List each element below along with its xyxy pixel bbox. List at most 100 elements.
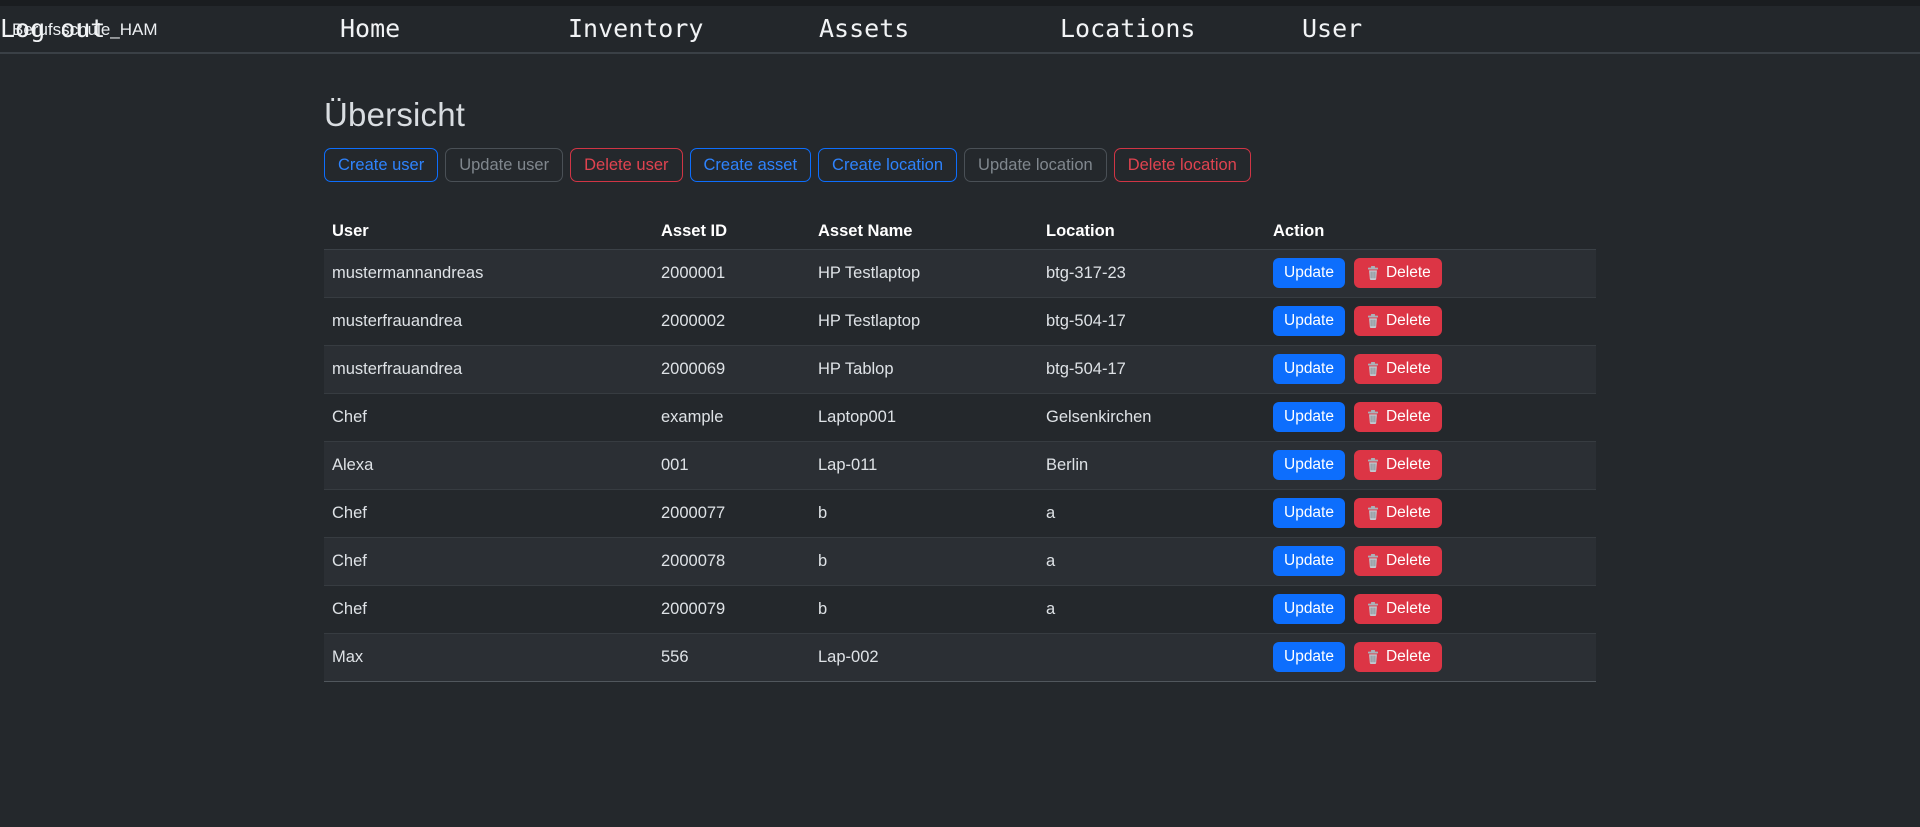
update-location-button[interactable]: Update location <box>964 148 1107 182</box>
cell-user: Chef <box>324 537 653 585</box>
cell-asset-name: Lap-002 <box>810 633 1038 681</box>
cell-asset-name: HP Tablop <box>810 345 1038 393</box>
nav-item-inventory[interactable]: Inventory <box>568 6 703 52</box>
update-row-button[interactable]: Update <box>1273 450 1345 480</box>
delete-user-button[interactable]: Delete user <box>570 148 682 182</box>
update-row-button[interactable]: Update <box>1273 594 1345 624</box>
cell-location <box>1038 633 1265 681</box>
delete-row-label: Delete <box>1386 359 1431 379</box>
cell-user: Chef <box>324 585 653 633</box>
cell-user: mustermannandreas <box>324 249 653 297</box>
delete-row-label: Delete <box>1386 599 1431 619</box>
cell-asset-id: example <box>653 393 810 441</box>
cell-asset-name: Lap-011 <box>810 441 1038 489</box>
trash-icon <box>1365 601 1381 617</box>
cell-location: btg-317-23 <box>1038 249 1265 297</box>
delete-row-label: Delete <box>1386 311 1431 331</box>
update-row-button[interactable]: Update <box>1273 402 1345 432</box>
cell-action: Update Delete <box>1265 441 1596 489</box>
delete-row-button[interactable]: Delete <box>1354 450 1442 480</box>
delete-row-label: Delete <box>1386 551 1431 571</box>
cell-action: Update Delete <box>1265 489 1596 537</box>
delete-row-button[interactable]: Delete <box>1354 594 1442 624</box>
table-row: musterfrauandrea2000069HP Tablopbtg-504-… <box>324 345 1596 393</box>
cell-user: Max <box>324 633 653 681</box>
cell-location: a <box>1038 585 1265 633</box>
delete-row-button[interactable]: Delete <box>1354 402 1442 432</box>
table-row: ChefexampleLaptop001GelsenkirchenUpdateD… <box>324 393 1596 441</box>
page-title: Übersicht <box>324 96 1596 134</box>
cell-location: btg-504-17 <box>1038 345 1265 393</box>
trash-icon <box>1365 409 1381 425</box>
update-row-button[interactable]: Update <box>1273 258 1345 288</box>
delete-row-button[interactable]: Delete <box>1354 258 1442 288</box>
delete-row-button[interactable]: Delete <box>1354 354 1442 384</box>
cell-location: a <box>1038 489 1265 537</box>
cell-asset-name: b <box>810 537 1038 585</box>
cell-user: musterfrauandrea <box>324 297 653 345</box>
toolbar: Create userUpdate userDelete userCreate … <box>324 148 1596 182</box>
table-header: UserAsset IDAsset NameLocationAction <box>324 215 1596 249</box>
cell-action: Update Delete <box>1265 393 1596 441</box>
cell-location: Berlin <box>1038 441 1265 489</box>
table-row: Chef2000078ba Update Delete <box>324 537 1596 585</box>
delete-row-button[interactable]: Delete <box>1354 498 1442 528</box>
cell-location: Gelsenkirchen <box>1038 393 1265 441</box>
cell-user: Alexa <box>324 441 653 489</box>
update-user-button[interactable]: Update user <box>445 148 563 182</box>
cell-location: btg-504-17 <box>1038 297 1265 345</box>
trash-icon <box>1365 361 1381 377</box>
delete-row-button[interactable]: Delete <box>1354 642 1442 672</box>
delete-row-label: Delete <box>1386 503 1431 523</box>
cell-user: Chef <box>324 489 653 537</box>
update-row-button[interactable]: Update <box>1273 498 1345 528</box>
create-location-button[interactable]: Create location <box>818 148 957 182</box>
table-row: Chef2000079ba Update Delete <box>324 585 1596 633</box>
create-user-button[interactable]: Create user <box>324 148 438 182</box>
trash-icon <box>1365 649 1381 665</box>
table-row: mustermannandreas2000001HP Testlaptopbtg… <box>324 249 1596 297</box>
col-header-user: User <box>324 215 653 249</box>
cell-asset-id: 2000069 <box>653 345 810 393</box>
cell-asset-name: b <box>810 489 1038 537</box>
cell-location: a <box>1038 537 1265 585</box>
table-row: Alexa001Lap-011Berlin Update Delete <box>324 441 1596 489</box>
nav-item-home[interactable]: Home <box>340 6 400 52</box>
update-row-button[interactable]: Update <box>1273 642 1345 672</box>
trash-icon <box>1365 265 1381 281</box>
nav-item-assets[interactable]: Assets <box>819 6 909 52</box>
trash-icon <box>1365 505 1381 521</box>
cell-action: Update Delete <box>1265 249 1596 297</box>
cell-asset-name: b <box>810 585 1038 633</box>
trash-icon <box>1365 553 1381 569</box>
cell-asset-id: 556 <box>653 633 810 681</box>
delete-row-label: Delete <box>1386 647 1431 667</box>
trash-icon <box>1365 313 1381 329</box>
cell-action: Update Delete <box>1265 345 1596 393</box>
cell-asset-id: 2000002 <box>653 297 810 345</box>
update-row-button[interactable]: Update <box>1273 306 1345 336</box>
delete-row-button[interactable]: Delete <box>1354 306 1442 336</box>
main-content: Übersicht Create userUpdate userDelete u… <box>324 96 1596 682</box>
cell-asset-id: 2000079 <box>653 585 810 633</box>
delete-location-button[interactable]: Delete location <box>1114 148 1251 182</box>
cell-asset-id: 2000078 <box>653 537 810 585</box>
cell-action: Update Delete <box>1265 537 1596 585</box>
cell-action: Update Delete <box>1265 633 1596 681</box>
delete-row-button[interactable]: Delete <box>1354 546 1442 576</box>
cell-asset-id: 001 <box>653 441 810 489</box>
table-row: Max556Lap-002 Update Delete <box>324 633 1596 681</box>
nav-item-locations[interactable]: Locations <box>1060 6 1195 52</box>
delete-row-label: Delete <box>1386 407 1431 427</box>
nav-item-log-out[interactable]: Log out <box>0 6 105 52</box>
create-asset-button[interactable]: Create asset <box>690 148 812 182</box>
table-body: mustermannandreas2000001HP Testlaptopbtg… <box>324 249 1596 681</box>
trash-icon <box>1365 457 1381 473</box>
nav-item-user[interactable]: User <box>1302 6 1362 52</box>
table-row: musterfrauandrea2000002HP Testlaptopbtg-… <box>324 297 1596 345</box>
update-row-button[interactable]: Update <box>1273 546 1345 576</box>
asset-table: UserAsset IDAsset NameLocationAction mus… <box>324 215 1596 682</box>
cell-asset-name: HP Testlaptop <box>810 249 1038 297</box>
cell-asset-name: Laptop001 <box>810 393 1038 441</box>
update-row-button[interactable]: Update <box>1273 354 1345 384</box>
